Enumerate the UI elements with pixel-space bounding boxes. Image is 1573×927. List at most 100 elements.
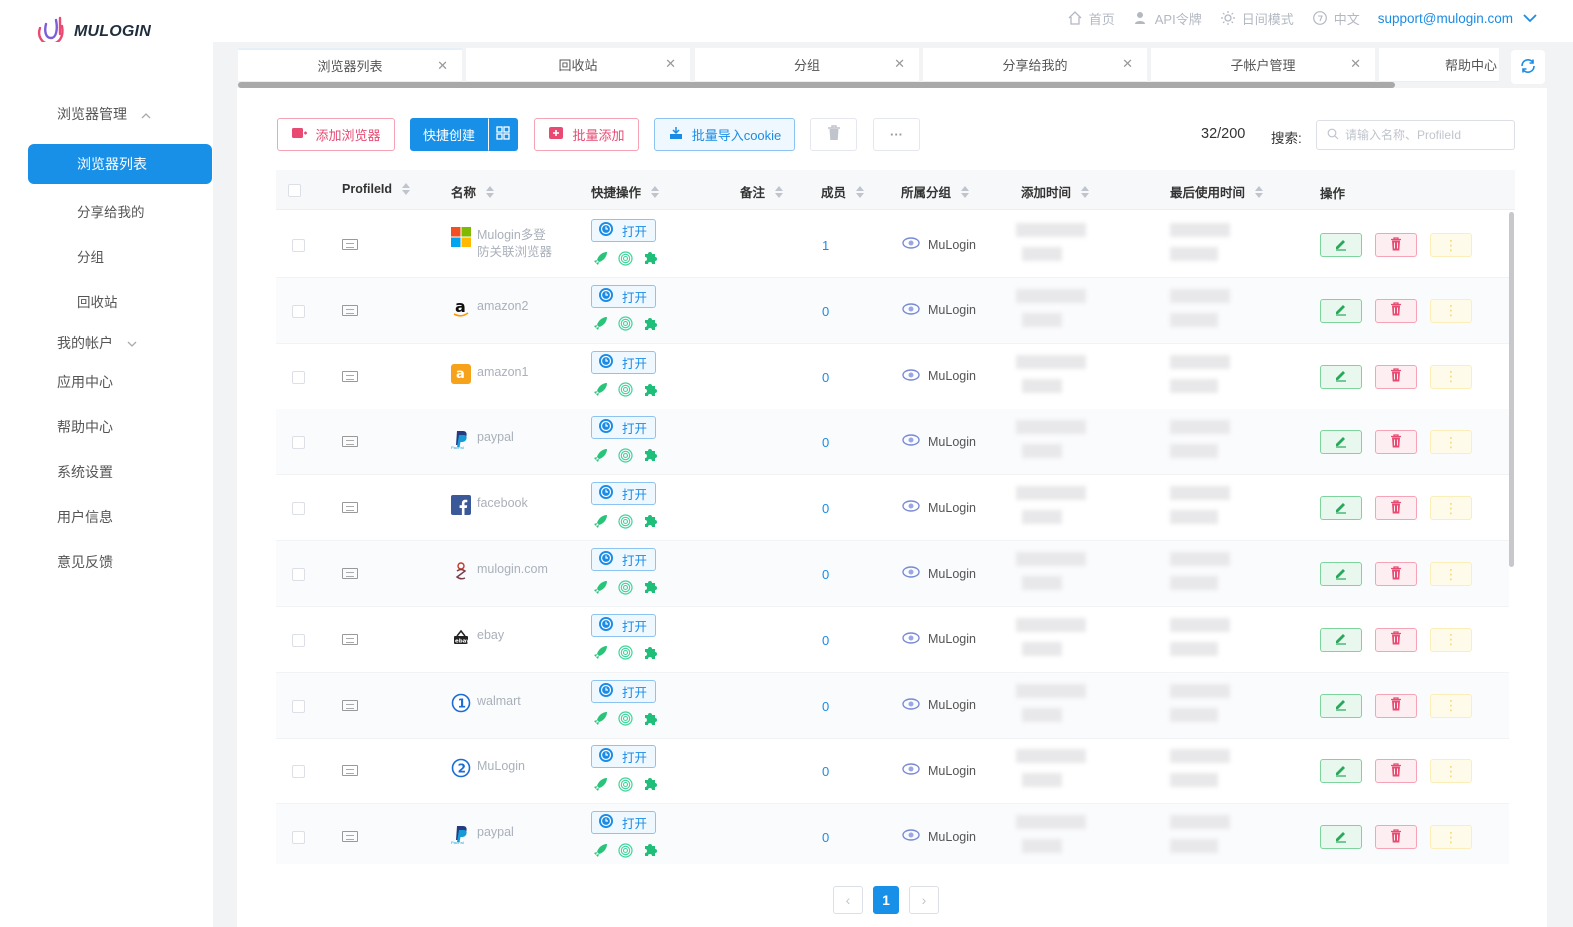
- sidebar-item-help-center[interactable]: 帮助中心: [57, 417, 113, 437]
- member-count[interactable]: 1: [822, 238, 829, 253]
- member-count[interactable]: 0: [822, 699, 829, 714]
- sidebar-item-shared-with-me[interactable]: 分享给我的: [77, 201, 145, 221]
- quick-create-button[interactable]: 快捷创建: [410, 118, 488, 151]
- add-browser-button[interactable]: 添加浏览器: [277, 118, 395, 151]
- open-browser-button[interactable]: 打开: [591, 679, 656, 703]
- more-vertical-icon[interactable]: ⋮: [1430, 233, 1472, 257]
- puzzle-icon[interactable]: [643, 250, 659, 269]
- edit-button[interactable]: [1320, 562, 1362, 586]
- row-checkbox[interactable]: [292, 370, 305, 384]
- sidebar-item-groups[interactable]: 分组: [77, 246, 104, 266]
- puzzle-icon[interactable]: [643, 711, 659, 730]
- delete-button[interactable]: [1375, 825, 1417, 850]
- rocket-icon[interactable]: [593, 777, 608, 795]
- open-browser-button[interactable]: 打开: [591, 613, 656, 637]
- close-icon[interactable]: ✕: [665, 56, 676, 72]
- close-icon[interactable]: ✕: [1122, 56, 1133, 72]
- profile-name-cell[interactable]: facebook: [451, 495, 528, 516]
- table-row[interactable]: a amazon2 打开 0 MuLogin ⋮: [276, 277, 1509, 344]
- table-row[interactable]: facebook 打开 0 MuLogin ⋮: [276, 475, 1509, 542]
- account-menu[interactable]: support@mulogin.com: [1378, 11, 1537, 26]
- sort-icon[interactable]: [961, 185, 970, 198]
- batch-add-button[interactable]: 批量添加: [534, 118, 639, 151]
- sidebar-item-recycle-bin[interactable]: 回收站: [77, 291, 118, 311]
- edit-button[interactable]: [1320, 759, 1362, 784]
- sidebar-item-browser-list[interactable]: 浏览器列表: [28, 144, 212, 184]
- close-icon[interactable]: ✕: [1350, 56, 1361, 72]
- row-checkbox[interactable]: [292, 502, 305, 516]
- puzzle-icon[interactable]: [643, 447, 659, 466]
- rocket-icon[interactable]: [593, 251, 608, 269]
- delete-button[interactable]: [1375, 759, 1417, 784]
- row-checkbox[interactable]: [292, 436, 305, 450]
- rocket-icon[interactable]: [593, 514, 608, 532]
- member-count[interactable]: 0: [822, 370, 829, 385]
- more-vertical-icon[interactable]: ⋮: [1430, 825, 1472, 850]
- table-row[interactable]: Mulogin多登 防关联浏览器 打开 1 MuLogin ⋮: [276, 212, 1509, 278]
- sort-icon[interactable]: [775, 185, 784, 198]
- profile-id-icon[interactable]: [342, 568, 358, 579]
- profile-id-icon[interactable]: [342, 633, 358, 645]
- profile-name-cell[interactable]: Mulogin多登 防关联浏览器: [451, 227, 552, 261]
- table-scrollbar[interactable]: [1509, 212, 1514, 567]
- profile-id-icon[interactable]: [342, 699, 358, 711]
- puzzle-icon[interactable]: [643, 645, 659, 664]
- more-vertical-icon[interactable]: ⋮: [1430, 759, 1472, 784]
- open-browser-button[interactable]: 打开: [591, 548, 656, 571]
- member-count[interactable]: 0: [822, 435, 829, 450]
- more-actions-button[interactable]: ···: [873, 118, 920, 151]
- home-link[interactable]: 首页: [1067, 9, 1115, 28]
- sort-icon[interactable]: [856, 185, 865, 198]
- open-browser-button[interactable]: 打开: [591, 482, 656, 506]
- profile-name-cell[interactable]: mulogin.com: [451, 561, 548, 581]
- edit-button[interactable]: [1320, 627, 1362, 652]
- table-row[interactable]: PayPal paypal 打开 0 MuLogin ⋮: [276, 804, 1509, 864]
- rocket-icon[interactable]: [593, 580, 608, 598]
- profile-name-cell[interactable]: ebay ebay: [451, 627, 504, 647]
- table-row[interactable]: PayPal paypal 打开 0 MuLogin ⋮: [276, 409, 1509, 476]
- rocket-icon[interactable]: [593, 382, 608, 400]
- fingerprint-icon[interactable]: [618, 448, 633, 466]
- select-all-checkbox[interactable]: [288, 184, 301, 197]
- refresh-button[interactable]: [1511, 50, 1545, 84]
- row-checkbox[interactable]: [292, 304, 305, 318]
- delete-button[interactable]: [1375, 562, 1417, 586]
- member-count[interactable]: 0: [822, 501, 829, 516]
- profile-id-icon[interactable]: [342, 370, 358, 382]
- fingerprint-icon[interactable]: [618, 645, 633, 663]
- column-header-notes[interactable]: 备注: [740, 182, 784, 201]
- row-checkbox[interactable]: [292, 699, 305, 713]
- more-vertical-icon[interactable]: ⋮: [1430, 298, 1472, 323]
- fingerprint-icon[interactable]: [618, 382, 633, 400]
- fingerprint-icon[interactable]: [618, 250, 633, 269]
- profile-name-cell[interactable]: PayPal paypal: [451, 824, 514, 845]
- more-vertical-icon[interactable]: ⋮: [1430, 627, 1472, 652]
- profile-name-cell[interactable]: PayPal paypal: [451, 429, 514, 450]
- more-vertical-icon[interactable]: ⋮: [1430, 364, 1472, 389]
- more-vertical-icon[interactable]: ⋮: [1430, 693, 1472, 718]
- delete-button[interactable]: [1375, 233, 1417, 257]
- rocket-icon[interactable]: [593, 316, 608, 334]
- edit-button[interactable]: [1320, 825, 1362, 850]
- edit-button[interactable]: [1320, 364, 1362, 389]
- sort-icon[interactable]: [651, 185, 660, 198]
- puzzle-icon[interactable]: [643, 513, 659, 532]
- close-icon[interactable]: ✕: [894, 56, 905, 72]
- fingerprint-icon[interactable]: [618, 711, 633, 729]
- quick-create-grid-button[interactable]: [488, 118, 518, 151]
- rocket-icon[interactable]: [593, 711, 608, 729]
- table-row[interactable]: mulogin.com 打开 0 MuLogin ⋮: [276, 541, 1509, 607]
- column-header-last-used[interactable]: 最后使用时间: [1170, 182, 1264, 201]
- puzzle-icon[interactable]: [643, 316, 659, 335]
- puzzle-icon[interactable]: [643, 382, 659, 401]
- sidebar-group-browser[interactable]: 浏览器管理: [57, 104, 151, 124]
- rocket-icon[interactable]: [593, 645, 608, 663]
- sort-icon[interactable]: [486, 185, 495, 198]
- column-header-added-time[interactable]: 添加时间: [1021, 182, 1090, 201]
- open-browser-button[interactable]: 打开: [591, 219, 656, 242]
- tab-recycle-bin[interactable]: 回收站 ✕: [466, 48, 690, 82]
- column-header-name[interactable]: 名称: [451, 182, 495, 201]
- table-row[interactable]: 2 MuLogin 打开 0 MuLogin ⋮: [276, 738, 1509, 805]
- sort-icon[interactable]: [1255, 185, 1264, 198]
- column-header-members[interactable]: 成员: [821, 182, 865, 201]
